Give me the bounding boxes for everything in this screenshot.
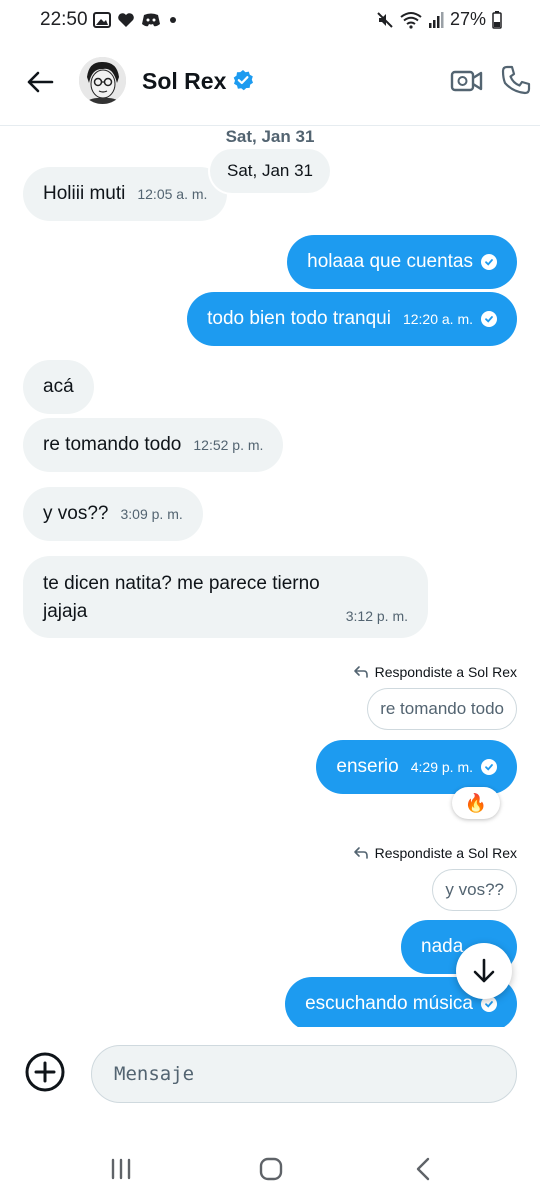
message-text: todo bien todo tranqui (207, 308, 391, 329)
home-button[interactable] (256, 1154, 286, 1184)
read-check-icon (481, 254, 497, 270)
reply-label-text: Respondiste a Sol Rex (374, 845, 517, 861)
message-text: re tomando todo (43, 434, 182, 455)
verified-badge-icon (233, 70, 253, 91)
quoted-message[interactable]: re tomando todo (367, 688, 517, 730)
message-text: holaaa que cuentas (307, 251, 473, 272)
add-attachment-button[interactable] (24, 1051, 66, 1093)
system-nav-bar (0, 1140, 540, 1200)
avatar-image (79, 57, 126, 104)
back-arrow-icon (27, 71, 54, 93)
reaction-badge[interactable]: 🔥 (452, 787, 500, 819)
discord-icon (142, 13, 160, 27)
message-time: 3:09 p. m. (120, 506, 183, 522)
chat-header: Sol Rex (0, 40, 540, 126)
message-bubble-outgoing[interactable]: holaaa que cuentas (287, 235, 517, 289)
chevron-left-icon (416, 1157, 430, 1181)
heart-icon (118, 13, 134, 27)
reply-label-text: Respondiste a Sol Rex (374, 664, 517, 680)
phone-call-button[interactable] (500, 64, 532, 96)
message-bubble-incoming[interactable]: acá (23, 360, 94, 414)
message-text: y vos?? (43, 503, 109, 524)
message-bubble-incoming[interactable]: re tomando todo 12:52 p. m. (23, 418, 284, 472)
message-time: 3:12 p. m. (345, 608, 408, 624)
status-left-icons (93, 11, 179, 29)
floating-date-pill: Sat, Jan 31 (210, 149, 331, 193)
message-text-line: te dicen natita? me parece tierno (43, 573, 320, 594)
status-time: 22:50 (40, 9, 88, 30)
home-icon (259, 1157, 283, 1181)
message-time: 12:05 a. m. (137, 186, 208, 202)
date-separator: Sat, Jan 31 (225, 127, 315, 146)
mute-icon (377, 11, 393, 28)
status-bar: 22:50 27% (0, 0, 540, 40)
recents-icon (111, 1158, 131, 1180)
back-button[interactable] (22, 64, 58, 100)
avatar[interactable] (79, 57, 126, 104)
status-right: 27% (376, 9, 502, 30)
reply-arrow-icon (353, 847, 368, 859)
message-time: 4:29 p. m. (410, 759, 473, 775)
message-bubble-incoming[interactable]: y vos?? 3:09 p. m. (23, 487, 203, 541)
message-bubble-outgoing[interactable]: enserio 4:29 p. m. (316, 740, 517, 794)
composer (0, 1027, 540, 1127)
arrow-down-icon (473, 958, 495, 983)
message-time: 12:20 a. m. (402, 311, 473, 327)
recents-button[interactable] (106, 1154, 136, 1184)
message-bubble-incoming[interactable]: te dicen natita? me parece tierno jajaja… (23, 556, 428, 638)
reply-arrow-icon (353, 666, 368, 678)
message-text: acá (43, 376, 74, 397)
message-time: 12:52 p. m. (193, 437, 264, 453)
battery-percent: 27% (449, 9, 486, 29)
wifi-icon (400, 11, 422, 29)
video-call-button[interactable] (450, 66, 484, 96)
message-text: Holiii muti (43, 183, 126, 204)
read-check-icon (481, 311, 497, 327)
message-text: escuchando música (305, 993, 473, 1014)
signal-icon (428, 11, 444, 28)
message-text: nada (421, 936, 464, 957)
scroll-to-bottom-button[interactable] (456, 943, 512, 999)
chat-thread[interactable]: Sat, Jan 31 Sat, Jan 31 Holiii muti 12:0… (0, 127, 540, 1027)
read-check-icon (481, 759, 497, 775)
reply-indicator: Respondiste a Sol Rex (353, 845, 517, 861)
back-nav-button[interactable] (408, 1154, 438, 1184)
quoted-message[interactable]: y vos?? (432, 869, 517, 911)
message-text: enserio (336, 756, 399, 777)
video-call-icon (450, 70, 483, 92)
battery-icon (492, 10, 502, 29)
phone-icon (501, 65, 531, 95)
message-bubble-incoming[interactable]: Holiii muti 12:05 a. m. (23, 167, 228, 221)
reply-indicator: Respondiste a Sol Rex (353, 664, 517, 680)
message-bubble-outgoing[interactable]: todo bien todo tranqui 12:20 a. m. (187, 292, 517, 346)
contact-name[interactable]: Sol Rex (142, 68, 226, 95)
dot-icon (170, 17, 176, 23)
plus-circle-icon (25, 1052, 65, 1092)
message-input[interactable] (91, 1045, 517, 1103)
gallery-icon (93, 12, 111, 28)
